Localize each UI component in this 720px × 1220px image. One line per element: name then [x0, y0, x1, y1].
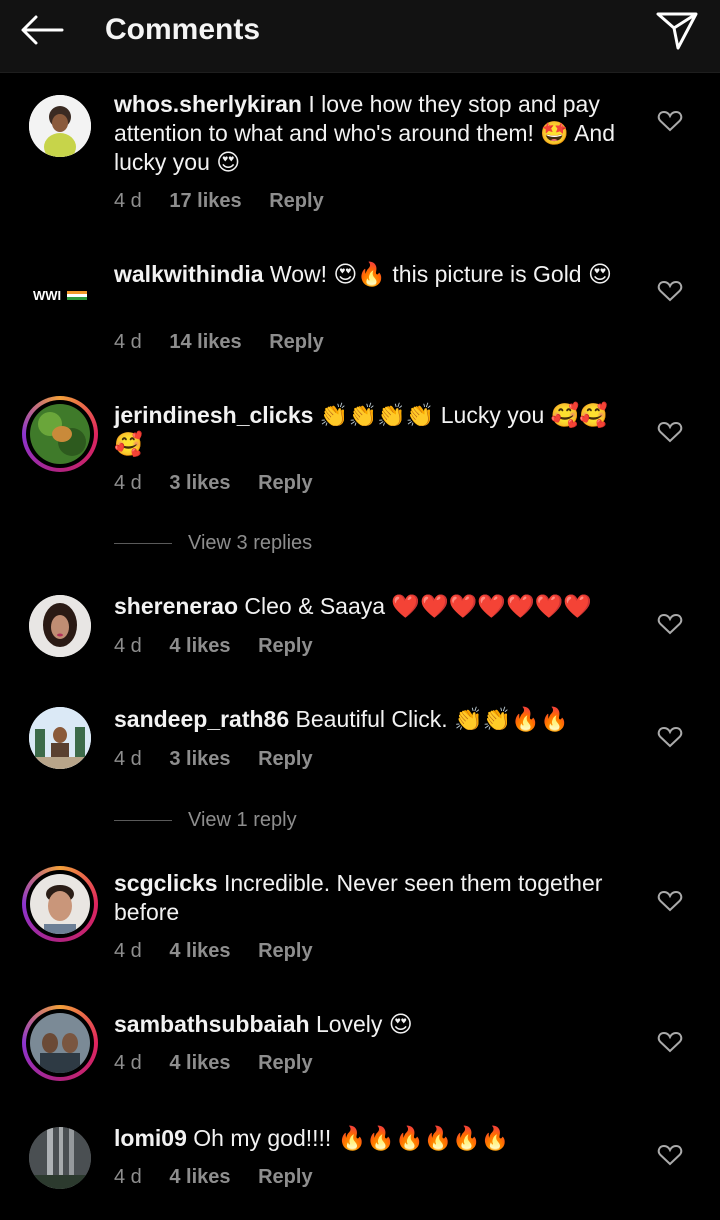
comment-username[interactable]: walkwithindia [114, 261, 264, 287]
profile-photo [29, 95, 91, 157]
comment-meta: 4 d 3 likes Reply [114, 746, 335, 772]
comment-username[interactable]: whos.sherlykiran [114, 91, 302, 117]
comment-time: 4 d [114, 472, 142, 494]
comment-text: lomi09 Oh my god!!!! 🔥🔥🔥🔥🔥🔥 [114, 1124, 639, 1153]
comment-meta: 4 d 3 likes Reply [114, 470, 335, 496]
comment-likes[interactable]: 3 likes [169, 748, 230, 770]
heart-icon[interactable] [657, 725, 683, 749]
comment-username[interactable]: sherenerao [114, 593, 238, 619]
avatar[interactable] [22, 396, 98, 472]
heart-icon[interactable] [657, 1143, 683, 1167]
view-replies-button[interactable]: View 1 reply [114, 807, 297, 833]
comment-text: sherenerao Cleo & Saaya ❤️❤️❤️❤️❤️❤️❤️ [114, 592, 639, 621]
comment-meta: 4 d 4 likes Reply [114, 1164, 335, 1190]
comment-meta: 4 d 4 likes Reply [114, 633, 335, 659]
comment-likes[interactable]: 14 likes [169, 331, 241, 353]
avatar[interactable] [22, 700, 98, 776]
heart-icon[interactable] [657, 889, 683, 913]
comment-time: 4 d [114, 1052, 142, 1074]
comment-time: 4 d [114, 331, 142, 353]
header-bar: Comments [0, 0, 720, 73]
comment-text: whos.sherlykiran I love how they stop an… [114, 90, 639, 177]
comment-likes[interactable]: 4 likes [169, 940, 230, 962]
comment-text: scgclicks Incredible. Never seen them to… [114, 869, 639, 927]
comment-username[interactable]: lomi09 [114, 1125, 187, 1151]
comment-body: Cleo & Saaya ❤️❤️❤️❤️❤️❤️❤️ [244, 593, 592, 619]
avatar[interactable] [22, 1120, 98, 1196]
profile-photo [29, 1127, 91, 1189]
profile-photo [29, 595, 91, 657]
reply-button[interactable]: Reply [258, 1052, 312, 1074]
comment-text: sandeep_rath86 Beautiful Click. 👏👏🔥🔥 [114, 705, 639, 734]
comment-likes[interactable]: 4 likes [169, 1052, 230, 1074]
view-replies-button[interactable]: View 3 replies [114, 530, 312, 556]
divider-line [114, 820, 172, 822]
avatar[interactable] [22, 866, 98, 942]
comment-meta: 4 d 4 likes Reply [114, 938, 335, 964]
profile-photo [29, 707, 91, 769]
comment-meta: 4 d 17 likes Reply [114, 188, 346, 214]
comment-body: Wow! 😍🔥 this picture is Gold 😍 [269, 261, 612, 287]
comment-likes[interactable]: 4 likes [169, 635, 230, 657]
avatar[interactable]: WWI [22, 256, 98, 332]
page-title: Comments [105, 13, 261, 46]
avatar[interactable] [22, 588, 98, 664]
reply-button[interactable]: Reply [258, 1166, 312, 1188]
comment-username[interactable]: sambathsubbaiah [114, 1011, 310, 1037]
comment-meta: 4 d 14 likes Reply [114, 329, 346, 355]
comment-likes[interactable]: 17 likes [169, 190, 241, 212]
comment-time: 4 d [114, 748, 142, 770]
comment-time: 4 d [114, 1166, 142, 1188]
comment-text: walkwithindia Wow! 😍🔥 this picture is Go… [114, 260, 639, 289]
heart-icon[interactable] [657, 612, 683, 636]
reply-button[interactable]: Reply [269, 331, 323, 353]
avatar[interactable] [22, 1005, 98, 1081]
comment-likes[interactable]: 3 likes [169, 472, 230, 494]
send-direct-icon[interactable] [654, 8, 700, 52]
comment-username[interactable]: sandeep_rath86 [114, 706, 289, 732]
comment-username[interactable]: scgclicks [114, 870, 218, 896]
comment-text: sambathsubbaiah Lovely 😍 [114, 1010, 639, 1039]
view-replies-label: View 3 replies [188, 532, 313, 554]
profile-photo [30, 874, 90, 934]
comment-likes[interactable]: 4 likes [169, 1166, 230, 1188]
reply-button[interactable]: Reply [258, 748, 312, 770]
comment-username[interactable]: jerindinesh_clicks [114, 402, 313, 428]
comment-body: Oh my god!!!! 🔥🔥🔥🔥🔥🔥 [193, 1125, 510, 1151]
comment-time: 4 d [114, 190, 142, 212]
comment-body: Lovely 😍 [315, 1011, 413, 1037]
profile-photo [30, 404, 90, 464]
comment-text: jerindinesh_clicks 👏👏👏👏 Lucky you 🥰🥰 🥰 [114, 401, 639, 459]
divider-line [114, 543, 172, 545]
svg-text:WWI: WWI [33, 288, 61, 303]
reply-button[interactable]: Reply [258, 635, 312, 657]
wwi-logo: WWI [33, 288, 87, 303]
reply-button[interactable]: Reply [258, 472, 312, 494]
heart-icon[interactable] [657, 1030, 683, 1054]
heart-icon[interactable] [657, 279, 683, 303]
comment-body: Beautiful Click. 👏👏🔥🔥 [295, 706, 569, 732]
avatar[interactable] [22, 88, 98, 164]
reply-button[interactable]: Reply [258, 940, 312, 962]
view-replies-label: View 1 reply [188, 809, 297, 831]
back-arrow-icon[interactable] [18, 12, 66, 48]
comment-time: 4 d [114, 635, 142, 657]
heart-icon[interactable] [657, 109, 683, 133]
comment-meta: 4 d 4 likes Reply [114, 1050, 335, 1076]
profile-photo [30, 1013, 90, 1073]
reply-button[interactable]: Reply [269, 190, 323, 212]
heart-icon[interactable] [657, 420, 683, 444]
comment-time: 4 d [114, 940, 142, 962]
